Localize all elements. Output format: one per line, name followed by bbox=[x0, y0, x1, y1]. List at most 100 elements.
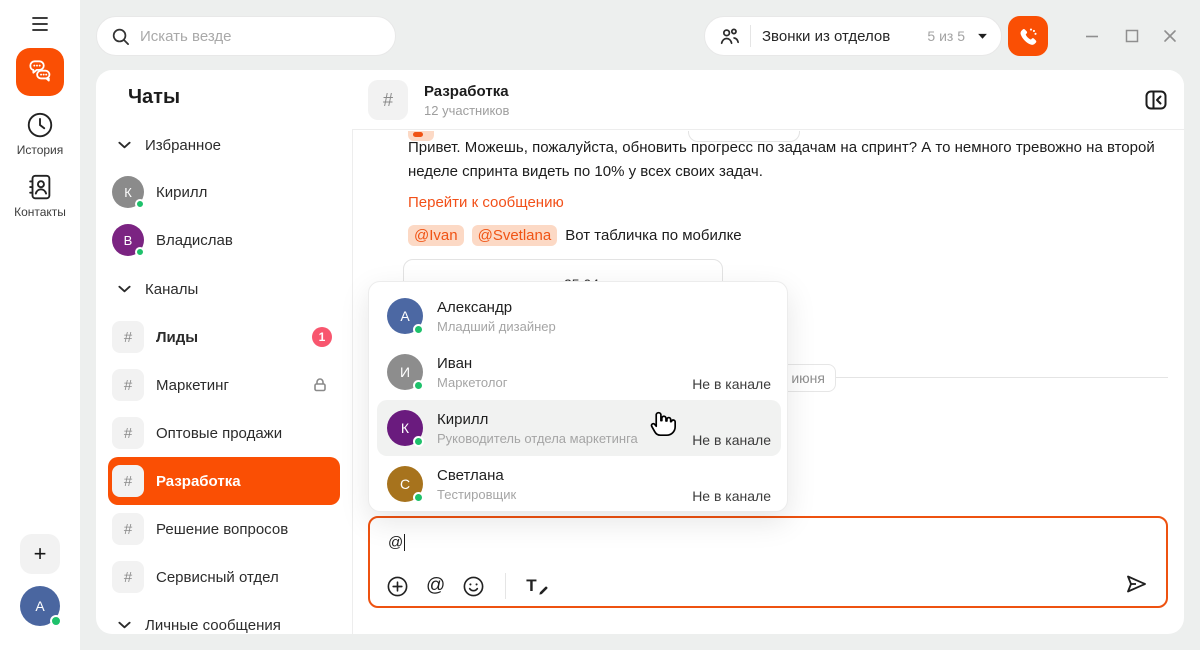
section-direct-messages[interactable]: Личные сообщения bbox=[108, 609, 340, 634]
online-status-dot bbox=[135, 199, 145, 209]
nav-contacts[interactable]: Контакты bbox=[0, 172, 80, 219]
online-status-dot bbox=[413, 324, 424, 335]
channel-name: Маркетинг bbox=[156, 376, 229, 394]
channel-lidy[interactable]: # Лиды 1 bbox=[108, 313, 340, 361]
search-icon bbox=[111, 27, 130, 46]
jump-to-message-link[interactable]: Перейти к сообщению bbox=[408, 194, 564, 211]
channel-name: Решение вопросов bbox=[156, 520, 289, 538]
nav-history[interactable]: История bbox=[0, 110, 80, 157]
start-call-button[interactable] bbox=[1008, 16, 1048, 56]
channel-name: Оптовые продажи bbox=[156, 424, 283, 442]
user-initial: A bbox=[35, 598, 45, 614]
mention-option-aleksandr[interactable]: А Александр Младший дизайнер bbox=[377, 288, 781, 344]
channel-name: Сервисный отдел bbox=[156, 568, 279, 586]
mention-option-kirill-highlighted[interactable]: К Кирилл Руководитель отдела маркетинга … bbox=[377, 400, 781, 456]
online-status-dot bbox=[135, 247, 145, 257]
section-favorites[interactable]: Избранное bbox=[108, 129, 340, 161]
divider bbox=[505, 573, 507, 599]
person-role: Руководитель отдела маркетинга bbox=[437, 430, 638, 446]
history-icon bbox=[0, 110, 80, 140]
message-text: Привет. Можешь, пожалуйста, обновить про… bbox=[408, 139, 1155, 180]
avatar: В bbox=[112, 224, 145, 257]
person-role: Маркетолог bbox=[437, 374, 508, 390]
lock-icon bbox=[312, 377, 328, 393]
message-text: Вот табличка по мобилке bbox=[565, 227, 742, 244]
message-with-mentions: @Ivan @Svetlana Вот табличка по мобилке bbox=[408, 225, 742, 246]
not-in-channel-note: Не в канале bbox=[692, 376, 771, 392]
person-role: Тестировщик bbox=[437, 486, 517, 502]
channel-reshenie-voprosov[interactable]: # Решение вопросов bbox=[108, 505, 340, 553]
emoji-icon[interactable] bbox=[462, 575, 485, 598]
avatar: К bbox=[112, 176, 145, 209]
divider bbox=[750, 25, 751, 47]
collapse-panel-icon[interactable] bbox=[1144, 88, 1168, 112]
online-status-dot bbox=[413, 492, 424, 503]
send-message-icon[interactable] bbox=[1124, 572, 1148, 596]
mention-option-ivan[interactable]: И Иван Маркетолог Не в канале bbox=[377, 344, 781, 400]
contacts-label: Контакты bbox=[14, 205, 66, 219]
channel-marketing[interactable]: # Маркетинг bbox=[108, 361, 340, 409]
hand-cursor-icon bbox=[649, 408, 679, 438]
mention-suggestions-popup: А Александр Младший дизайнер И Иван Марк… bbox=[368, 281, 788, 512]
calls-count: 5 из 5 bbox=[927, 28, 965, 44]
contacts-icon bbox=[0, 172, 80, 202]
online-status-dot bbox=[413, 380, 424, 391]
text-format-icon[interactable]: T bbox=[526, 576, 548, 596]
group-call-icon bbox=[718, 25, 741, 48]
mention-pill[interactable]: @Svetlana bbox=[471, 225, 558, 246]
chat-name: Владислав bbox=[156, 231, 233, 249]
user-avatar[interactable]: A bbox=[20, 586, 62, 627]
history-label: История bbox=[16, 143, 64, 157]
avatar: С bbox=[387, 466, 424, 503]
dms-label: Личные сообщения bbox=[145, 616, 281, 634]
calls-label: Звонки из отделов bbox=[762, 27, 891, 45]
online-status-dot bbox=[413, 436, 424, 447]
chat-members-count[interactable]: 12 участников bbox=[424, 103, 509, 118]
composer-text[interactable]: @ bbox=[388, 534, 403, 551]
channel-optovye-prodazhi[interactable]: # Оптовые продажи bbox=[108, 409, 340, 457]
favorites-label: Избранное bbox=[145, 136, 222, 154]
channel-hash-icon: # bbox=[368, 80, 408, 120]
chevron-down-icon bbox=[118, 285, 131, 293]
calls-dropdown[interactable]: Звонки из отделов 5 из 5 bbox=[704, 16, 1002, 56]
channel-name: Разработка bbox=[156, 472, 241, 490]
attach-plus-icon[interactable] bbox=[386, 575, 409, 598]
avatar: К bbox=[387, 410, 424, 447]
date-divider-line bbox=[836, 377, 1168, 378]
channel-servisnyj-otdel[interactable]: # Сервисный отдел bbox=[108, 553, 340, 601]
not-in-channel-note: Не в канале bbox=[692, 432, 771, 448]
divider bbox=[352, 70, 353, 634]
chevron-down-icon bbox=[977, 33, 988, 40]
section-channels[interactable]: Каналы bbox=[108, 273, 340, 305]
sidebar-item-kirill[interactable]: К Кирилл bbox=[108, 168, 340, 216]
app-logo-chats-icon[interactable] bbox=[16, 48, 64, 96]
avatar: А bbox=[387, 298, 424, 335]
not-in-channel-note: Не в канале bbox=[692, 488, 771, 504]
phone-ringing-icon bbox=[1017, 25, 1040, 48]
hash-icon: # bbox=[112, 417, 144, 449]
mention-option-svetlana[interactable]: С Светлана Тестировщик Не в канале bbox=[377, 456, 781, 512]
chat-name: Кирилл bbox=[156, 183, 208, 201]
unread-badge: 1 bbox=[312, 327, 332, 347]
window-maximize-button[interactable] bbox=[1122, 26, 1142, 46]
sidebar-title: Чаты bbox=[128, 86, 181, 108]
channel-razrabotka-selected[interactable]: # Разработка bbox=[108, 457, 340, 505]
hash-icon: # bbox=[112, 561, 144, 593]
mention-pill[interactable]: @Ivan bbox=[408, 225, 464, 246]
search-input[interactable] bbox=[140, 27, 360, 45]
chevron-down-icon bbox=[118, 621, 131, 629]
global-search[interactable] bbox=[96, 16, 396, 56]
message-composer[interactable]: @ @ T bbox=[368, 516, 1168, 608]
online-status-dot bbox=[50, 615, 62, 627]
main-panel: Чаты Избранное К Кирилл В Владислав Кана… bbox=[96, 70, 1184, 634]
person-name: Кирилл bbox=[437, 410, 489, 428]
person-role: Младший дизайнер bbox=[437, 318, 556, 334]
menu-icon[interactable] bbox=[28, 13, 52, 35]
window-close-button[interactable] bbox=[1160, 26, 1180, 46]
sidebar-item-vladislav[interactable]: В Владислав bbox=[108, 216, 340, 264]
mention-at-icon[interactable]: @ bbox=[426, 575, 445, 597]
window-minimize-button[interactable] bbox=[1082, 26, 1102, 46]
hash-icon: # bbox=[112, 321, 144, 353]
channel-name: Лиды bbox=[156, 328, 199, 346]
add-workspace-button[interactable]: + bbox=[20, 534, 60, 574]
